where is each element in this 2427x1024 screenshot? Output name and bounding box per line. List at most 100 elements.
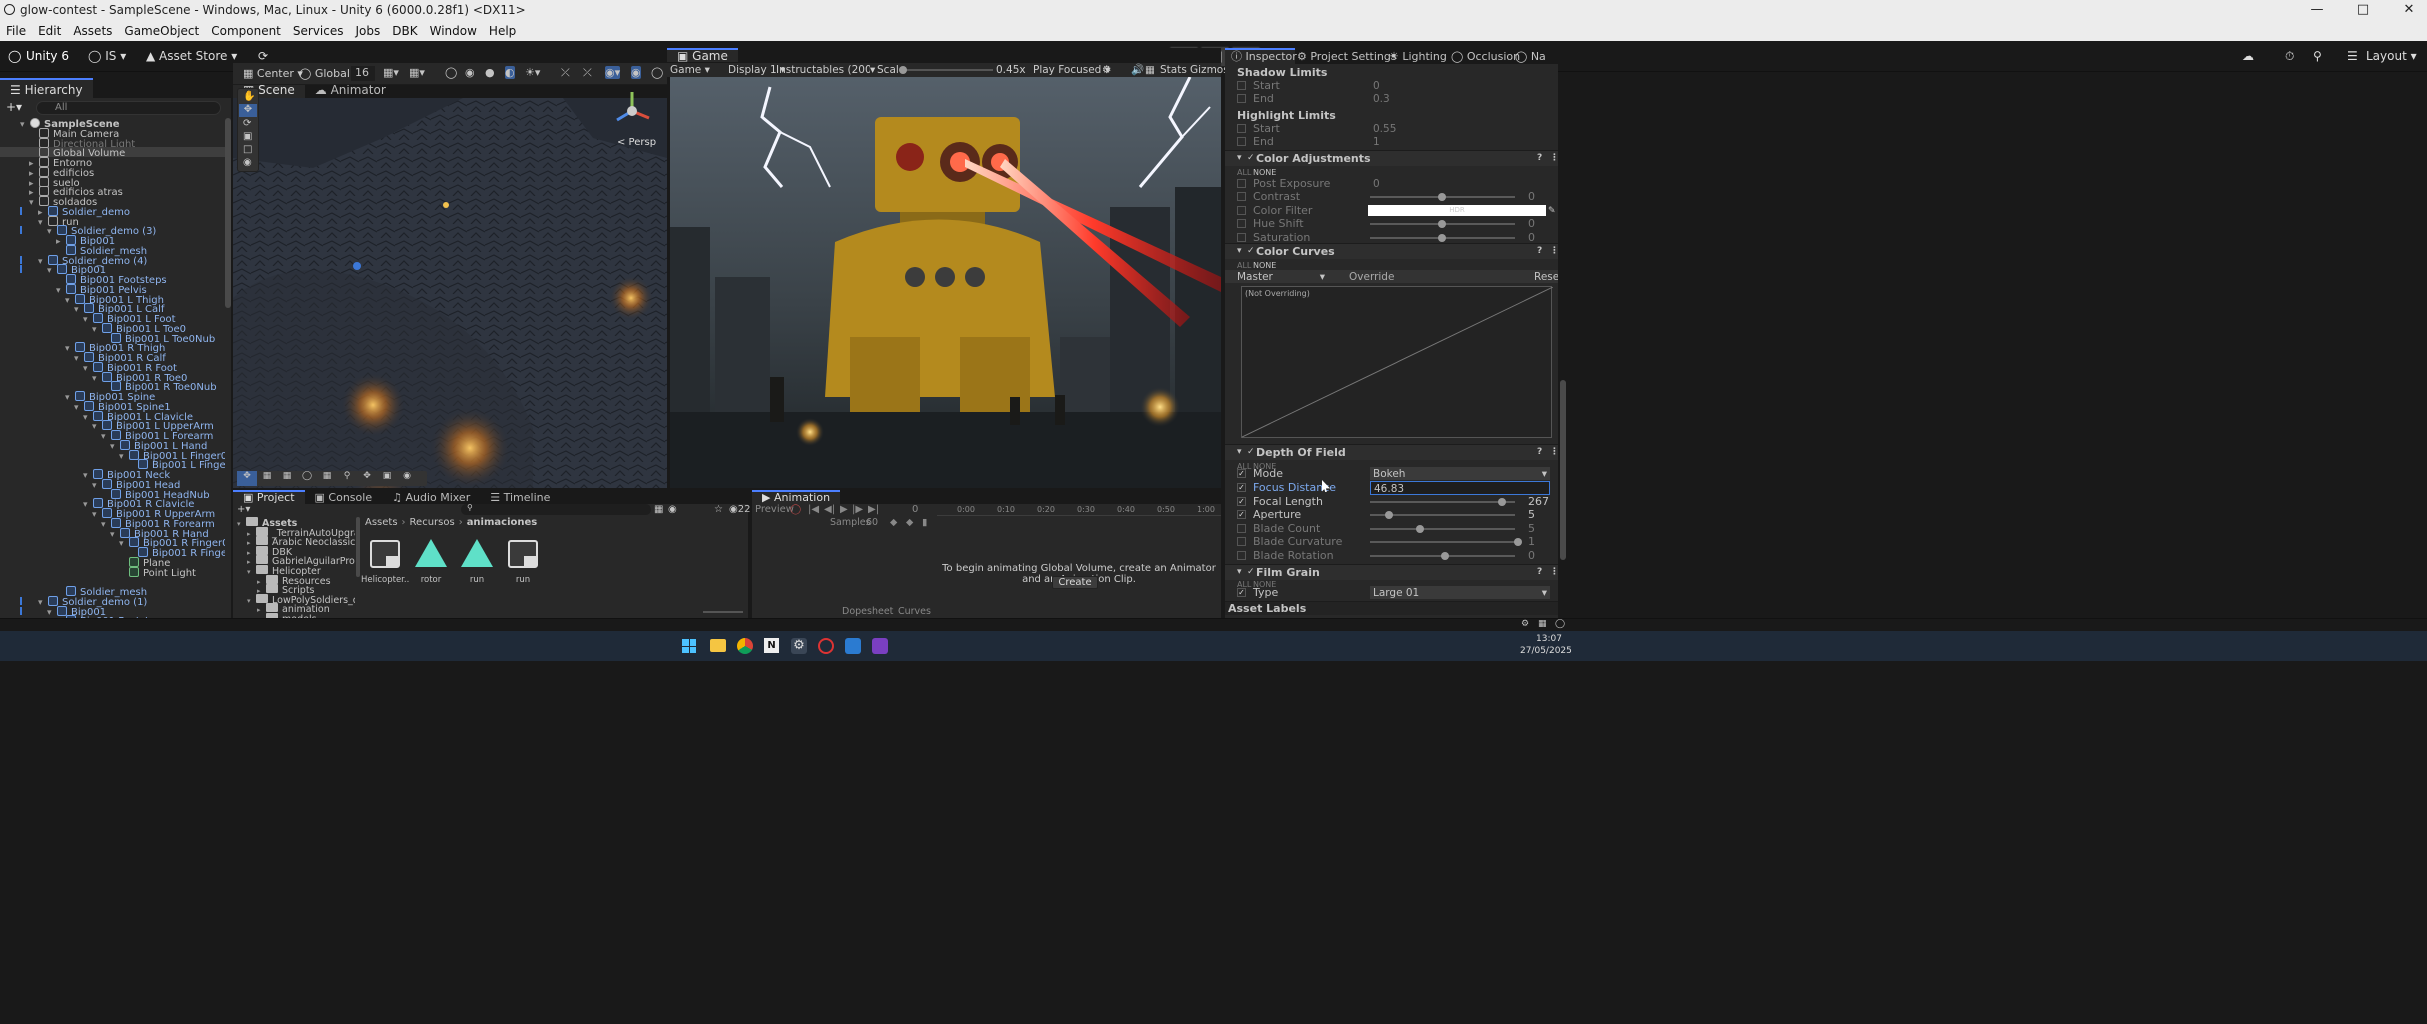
layers-icon[interactable]: ☰	[2347, 47, 2358, 66]
hierarchy-row[interactable]: ▾ Bip001 R Toe0	[0, 371, 225, 384]
breadcrumb-item[interactable]: animaciones	[467, 517, 538, 528]
menu-component[interactable]: Component	[211, 24, 281, 38]
color-curves-header[interactable]: ▾ ✓ Color Curves ? ⋮	[1225, 243, 1558, 259]
hierarchy-row[interactable]: ▾ Bip001	[0, 605, 225, 618]
camera-settings-icon[interactable]: ◉▾	[605, 66, 621, 79]
depth-of-field-header[interactable]: ▾ ✓ Depth Of Field ? ⋮	[1225, 444, 1558, 460]
status-icon-3[interactable]: ◯	[1555, 619, 1565, 629]
hierarchy-row[interactable]: Directional Light	[0, 137, 225, 149]
hierarchy-row[interactable]: ▾ Bip001 Spine1	[0, 400, 225, 413]
add-object-button[interactable]: +▾	[6, 100, 22, 114]
visual-studio-icon[interactable]	[872, 638, 888, 654]
blade-count-value[interactable]: 5	[1528, 522, 1535, 536]
contrast-value[interactable]: 0	[1528, 190, 1535, 204]
hue-shift-value[interactable]: 0	[1528, 217, 1535, 231]
depth-of-field-more-icon[interactable]: ⋮	[1550, 445, 1558, 460]
transform-tool-icon[interactable]: ◉	[243, 157, 252, 168]
grid-snap-icon[interactable]: ▦▾	[383, 66, 399, 79]
prev-key-icon[interactable]: ◀|	[824, 504, 835, 516]
menu-jobs[interactable]: Jobs	[356, 24, 381, 38]
gizmos-icon[interactable]: ◯	[651, 66, 663, 79]
project-search-input[interactable]	[461, 504, 651, 515]
hierarchy-row[interactable]: ▸ Bip001	[0, 235, 225, 247]
draw-mode-icon[interactable]: ◯	[445, 66, 457, 79]
hierarchy-search-input[interactable]: All	[36, 101, 221, 115]
focal-length-knob[interactable]	[1498, 498, 1506, 506]
overlay-tool-7-icon[interactable]: ✥	[357, 471, 377, 486]
hierarchy-row[interactable]: Bip001 L Finger0Nub	[0, 459, 225, 471]
film-grain-type-dropdown[interactable]: Large 01 ▾	[1370, 586, 1550, 599]
project-folder-item[interactable]: ▾ Assets	[237, 517, 297, 529]
menu-window[interactable]: Window	[430, 24, 477, 38]
hierarchy-row[interactable]: ▾ soldados	[0, 196, 225, 208]
post-exposure-checkbox[interactable]	[1237, 179, 1246, 188]
game-viewport[interactable]	[670, 77, 1221, 488]
add-keyframe-icon[interactable]: ◆	[890, 517, 897, 528]
hierarchy-row[interactable]: ▾ Bip001 L Toe0	[0, 322, 225, 335]
blade-count-knob[interactable]	[1416, 525, 1424, 533]
last-key-icon[interactable]: ▶|	[868, 504, 879, 516]
hierarchy-row[interactable]: ▸ Entorno	[0, 157, 225, 169]
hierarchy-row[interactable]: ▾ Bip001 L Thigh	[0, 293, 225, 306]
hierarchy-row[interactable]: Main Camera	[0, 127, 225, 139]
hierarchy-row[interactable]: ▾ Bip001 R Calf	[0, 352, 225, 364]
vsync-icon[interactable]: ▦	[1145, 63, 1155, 77]
hierarchy-row[interactable]: ▸ suelo	[0, 176, 225, 189]
timeline-ruler[interactable]: 0:00 0:10 0:20 0:30 0:40 0:50 1:00	[937, 504, 1221, 516]
status-icon-1[interactable]: ⚙	[1521, 619, 1529, 629]
hierarchy-row[interactable]: Bip001 L Toe0Nub	[0, 332, 225, 344]
project-folder-item[interactable]: ▾ Helicopter	[247, 565, 321, 577]
overlay-tool-9-icon[interactable]: ◉	[397, 471, 417, 486]
hue-shift-checkbox[interactable]	[1237, 219, 1246, 228]
pivot-dropdown[interactable]: ▦ Center ▾	[243, 67, 303, 80]
folder-expand-icon[interactable]: ▾	[237, 519, 246, 529]
hierarchy-row[interactable]	[0, 576, 225, 586]
effects-icon[interactable]: ☀▾	[525, 66, 540, 79]
history-icon[interactable]: ⏱	[2285, 47, 2294, 66]
hierarchy-row[interactable]: ▾ Bip001 L Finger0	[0, 449, 225, 462]
tab-occlusion[interactable]: ◯ Occlusion	[1451, 50, 1520, 63]
icon-size-slider[interactable]	[703, 611, 743, 613]
hue-shift-knob[interactable]	[1438, 220, 1446, 228]
tab-project[interactable]: ▣ Project	[233, 490, 305, 504]
shading-solid-icon[interactable]: ●	[485, 66, 495, 79]
project-folder-item[interactable]: ▸_TerrainAutoUpgrade	[247, 526, 355, 538]
dof-mode-checkbox[interactable]: ✓	[1237, 469, 1246, 478]
tab-audio-mixer[interactable]: ♫ Audio Mixer	[382, 490, 480, 504]
persp-label[interactable]: < Persp	[617, 137, 656, 148]
folder-expand-icon[interactable]: ▾	[247, 567, 256, 577]
rect-tool-icon[interactable]: □	[243, 144, 252, 155]
blade-count-slider[interactable]	[1370, 528, 1515, 530]
clock-date[interactable]: 27/05/2025	[1520, 646, 1572, 656]
blade-rotation-value[interactable]: 0	[1528, 549, 1535, 563]
override-toggle[interactable]: Override	[1349, 270, 1394, 284]
color-adjustments-enabled-check[interactable]: ✓	[1247, 151, 1255, 166]
tab-game[interactable]: ▣ Game	[667, 48, 738, 62]
hierarchy-row[interactable]: ▾ Bip001 Head	[0, 478, 225, 491]
close-button[interactable]: ✕	[2386, 0, 2427, 20]
blade-curvature-knob[interactable]	[1514, 538, 1522, 546]
menu-help[interactable]: Help	[489, 24, 516, 38]
hierarchy-row[interactable]: ▾ Bip001 L Clavicle	[0, 410, 225, 423]
highlight-end-checkbox[interactable]	[1237, 137, 1246, 146]
tab-navigation[interactable]: ◯ Na	[1515, 50, 1546, 63]
project-add-button[interactable]: +▾	[237, 504, 250, 515]
audio-mute-icon[interactable]: 🔊	[1131, 63, 1144, 77]
clock-time[interactable]: 13:07	[1536, 634, 1562, 644]
event-marker-icon[interactable]: ▮	[922, 517, 927, 528]
first-key-icon[interactable]: |◀	[808, 504, 819, 516]
menu-services[interactable]: Services	[293, 24, 344, 38]
hierarchy-row[interactable]: Bip001 R Toe0Nub	[0, 381, 225, 393]
overlay-tool-2-icon[interactable]: ▦	[257, 471, 277, 486]
blade-rotation-checkbox[interactable]	[1237, 551, 1246, 560]
overlay-tool-1-icon[interactable]: ✥	[237, 471, 257, 486]
depth-of-field-enabled-check[interactable]: ✓	[1247, 445, 1255, 460]
focus-distance-field[interactable]: 46.83	[1370, 481, 1550, 495]
focal-length-value[interactable]: 267	[1528, 495, 1549, 509]
hierarchy-row[interactable]: Soldier_mesh	[0, 244, 225, 256]
frame-field[interactable]: 0	[912, 504, 918, 516]
hierarchy-row[interactable]: Bip001 R Finger0Nub	[0, 547, 225, 559]
blade-rotation-knob[interactable]	[1441, 552, 1449, 560]
tab-hierarchy[interactable]: ☰ Hierarchy	[0, 78, 93, 98]
hierarchy-row[interactable]: ▾ Bip001 L Hand	[0, 439, 225, 452]
